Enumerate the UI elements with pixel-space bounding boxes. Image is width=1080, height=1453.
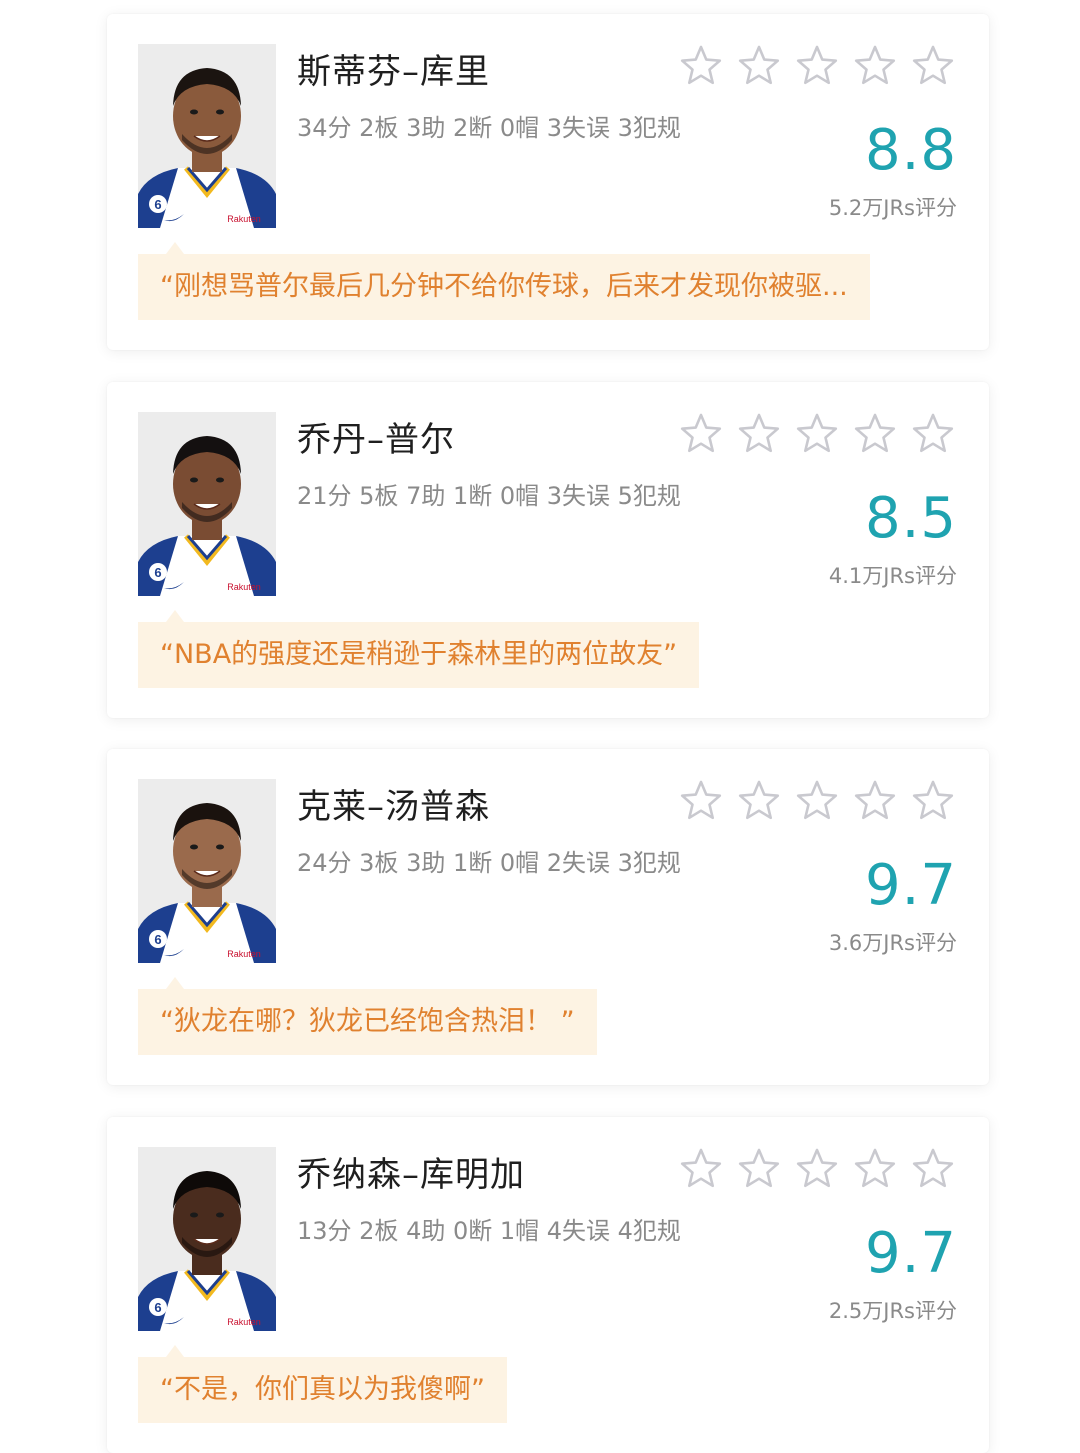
top-comment[interactable]: “刚想骂普尔最后几分钟不给你传球，后来才发现你被驱... (138, 242, 870, 320)
player-score: 9.7 (864, 853, 957, 918)
star-icon[interactable] (737, 412, 781, 456)
star-icon[interactable] (853, 779, 897, 823)
star-icon[interactable] (679, 779, 723, 823)
player-stats: 21分 5板 7助 1断 0帽 3失误 5犯规 (297, 482, 681, 510)
star-icon[interactable] (853, 44, 897, 88)
star-icon[interactable] (853, 1147, 897, 1191)
svg-text:6: 6 (154, 197, 161, 212)
player-stats: 34分 2板 3助 2断 0帽 3失误 3犯规 (297, 114, 681, 142)
svg-text:6: 6 (154, 932, 161, 947)
rating-stars[interactable] (679, 1147, 955, 1191)
star-icon[interactable] (679, 412, 723, 456)
star-icon[interactable] (795, 412, 839, 456)
player-stats: 13分 2板 4助 0断 1帽 4失误 4犯规 (297, 1217, 681, 1245)
star-icon[interactable] (911, 44, 955, 88)
star-icon[interactable] (911, 412, 955, 456)
player-card[interactable]: 6 Rakuten 乔丹–普尔 21分 5板 7助 1断 0帽 3失误 5犯规 … (107, 382, 989, 718)
star-icon[interactable] (795, 779, 839, 823)
svg-text:6: 6 (154, 565, 161, 580)
star-icon[interactable] (679, 44, 723, 88)
vote-count: 4.1万JRs评分 (828, 564, 957, 588)
svg-text:Rakuten: Rakuten (227, 214, 261, 224)
star-icon[interactable] (737, 44, 781, 88)
svg-text:Rakuten: Rakuten (227, 1317, 261, 1327)
player-stats: 24分 3板 3助 1断 0帽 2失误 3犯规 (297, 849, 681, 877)
player-card[interactable]: 6 Rakuten 克莱–汤普森 24分 3板 3助 1断 0帽 2失误 3犯规… (107, 749, 989, 1085)
top-comment[interactable]: “不是，你们真以为我傻啊” (138, 1345, 507, 1423)
player-name: 乔丹–普尔 (297, 420, 455, 460)
star-icon[interactable] (853, 412, 897, 456)
player-name: 斯蒂芬–库里 (297, 52, 490, 92)
player-avatar: 6 Rakuten (138, 1147, 276, 1331)
vote-count: 5.2万JRs评分 (828, 196, 957, 220)
star-icon[interactable] (911, 1147, 955, 1191)
star-icon[interactable] (679, 1147, 723, 1191)
rating-stars[interactable] (679, 779, 955, 823)
player-name: 克莱–汤普森 (297, 787, 490, 827)
star-icon[interactable] (737, 779, 781, 823)
star-icon[interactable] (795, 44, 839, 88)
svg-text:Rakuten: Rakuten (227, 582, 261, 592)
player-card[interactable]: 6 Rakuten 乔纳森–库明加 13分 2板 4助 0断 1帽 4失误 4犯… (107, 1117, 989, 1453)
rating-stars[interactable] (679, 412, 955, 456)
svg-text:Rakuten: Rakuten (227, 949, 261, 959)
player-score: 8.5 (864, 486, 957, 551)
top-comment[interactable]: “狄龙在哪？狄龙已经饱含热泪！ ” (138, 977, 597, 1055)
player-score: 9.7 (864, 1221, 957, 1286)
star-icon[interactable] (911, 779, 955, 823)
top-comment[interactable]: “NBA的强度还是稍逊于森林里的两位故友” (138, 610, 700, 688)
player-name: 乔纳森–库明加 (297, 1155, 525, 1195)
vote-count: 2.5万JRs评分 (828, 1299, 957, 1323)
player-avatar: 6 Rakuten (138, 44, 276, 228)
player-avatar: 6 Rakuten (138, 779, 276, 963)
star-icon[interactable] (737, 1147, 781, 1191)
player-card[interactable]: 6 Rakuten 斯蒂芬–库里 34分 2板 3助 2断 0帽 3失误 3犯规… (107, 14, 989, 350)
rating-stars[interactable] (679, 44, 955, 88)
star-icon[interactable] (795, 1147, 839, 1191)
svg-text:6: 6 (154, 1300, 161, 1315)
player-score: 8.8 (864, 118, 957, 183)
player-avatar: 6 Rakuten (138, 412, 276, 596)
vote-count: 3.6万JRs评分 (828, 931, 957, 955)
